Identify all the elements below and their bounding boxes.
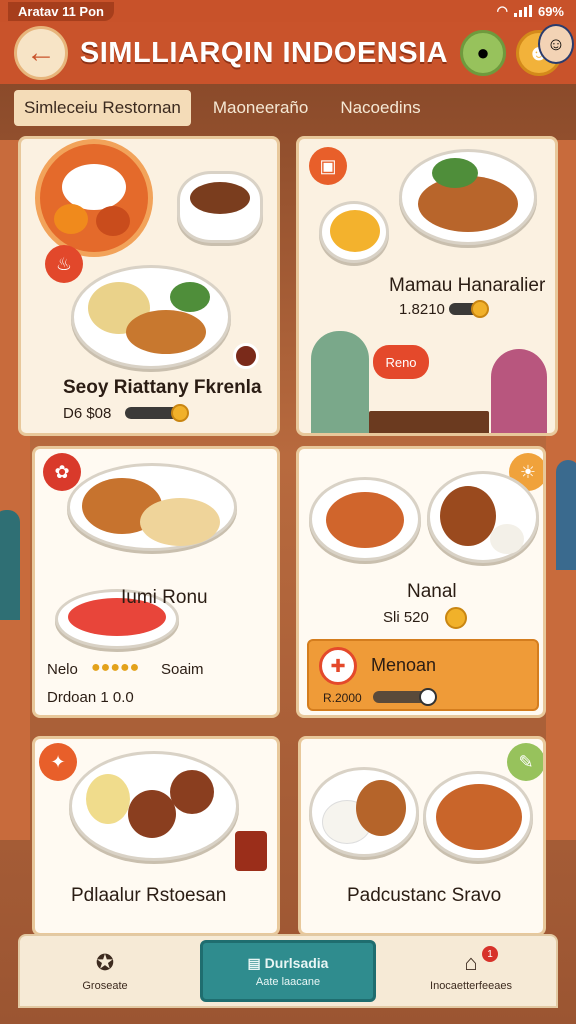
tray-icon: ⌂ — [464, 950, 478, 975]
card-3-rating-stars: ●●●●● — [91, 659, 140, 676]
notification-badge: 1 — [482, 946, 498, 962]
slider-knob[interactable] — [471, 300, 489, 318]
back-button[interactable]: ← — [14, 26, 68, 80]
bowl-icon[interactable]: ● — [459, 30, 506, 76]
nav-item-orders[interactable]: ⌂ 1 Inocaetterfeeaes — [396, 940, 546, 1002]
avatar[interactable]: ☺ — [538, 24, 574, 64]
arrow-left-icon: ← — [26, 36, 56, 69]
restaurant-card-2[interactable]: ▣ Mamau Hanaralier 1.8210 Reno — [296, 136, 558, 436]
candle-cup-image — [235, 831, 267, 871]
card-1-price: D6 $08 — [63, 405, 112, 422]
card-3-rating-label: Nelo — [47, 661, 78, 678]
signal-icon — [513, 5, 532, 17]
card-2-title: Mamau Hanaralier — [389, 275, 546, 296]
beef-bowl-image — [177, 171, 263, 243]
chicken-plate-image — [427, 471, 539, 563]
card-6-title: Padcustanc Sravo — [347, 885, 502, 906]
card-1-title: Seoy Riattany Fkrenla — [63, 377, 262, 398]
promo-price: R.2000 — [323, 691, 362, 705]
category-tabs: Simleceiu Restornan Maoneeraño Nacoedins — [14, 88, 562, 128]
nav-label: Groseate — [82, 980, 128, 992]
diner-woman-illustration — [491, 349, 547, 433]
handshake-icon: ✦ — [39, 743, 77, 781]
card-4-price: Sli 520 — [383, 609, 429, 626]
rice-plate-image — [71, 265, 231, 369]
card-3-title: Iumi Ronu — [121, 587, 208, 608]
slider-knob[interactable] — [419, 688, 437, 706]
promo-slider[interactable] — [373, 688, 437, 706]
menu-book-icon: ▣ — [309, 147, 347, 185]
tab-minuman[interactable]: Nacoedins — [330, 90, 430, 126]
noodle-plate-image — [67, 463, 237, 551]
nav-label: ▤ Durlsadia — [248, 955, 329, 972]
card-4-title: Nanal — [407, 581, 457, 602]
diner-right — [556, 460, 576, 570]
status-icons: ◠ 69% — [497, 3, 564, 19]
card-3-price: Drdoan 1 0.0 — [47, 689, 134, 706]
fried-rice-plate-image — [309, 477, 421, 561]
nav-item-favorites[interactable]: ✪ Groseate — [30, 940, 180, 1002]
card-5-title: Pdlaalur Rstoesan — [71, 885, 227, 906]
app-header: ← SIMLLIARQIN INDOENSIA ● ☻ ☺ — [0, 22, 576, 84]
meatball-plate-image — [69, 751, 239, 861]
corn-bowl-image — [319, 201, 389, 263]
restaurant-card-3[interactable]: ✿ Iumi Ronu Nelo ●●●●● Soaim Drdoan 1 0.… — [32, 446, 280, 718]
pen-icon: ✎ — [507, 743, 543, 781]
promo-title: Menoan — [371, 655, 437, 675]
table-illustration — [369, 411, 489, 433]
gift-icon: ✚ — [319, 647, 357, 685]
menu-icon: ▤ — [247, 954, 265, 971]
diner-left — [0, 510, 20, 620]
card-1-slider[interactable] — [125, 404, 189, 422]
sauce-cup-image — [233, 343, 259, 369]
card-2-price: 1.8210 — [399, 301, 445, 318]
card-3-rating-after: Soaim — [161, 661, 204, 678]
restaurant-card-5[interactable]: ✦ Pdlaalur Rstoesan — [32, 736, 280, 936]
restaurant-card-4[interactable]: ☀ Nanal Sli 520 ✚ Menoan R.2000 — [296, 446, 546, 718]
diner-man-illustration — [311, 331, 369, 433]
nav-label: Inocaetterfeeaes — [430, 980, 512, 992]
rice-logo-badge — [35, 139, 153, 257]
satay-plate-image — [399, 149, 537, 245]
restaurant-card-6[interactable]: ✎ Padcustanc Sravo — [298, 736, 546, 936]
tab-restoran[interactable]: Simleceiu Restornan — [14, 90, 191, 126]
wifi-icon: ◠ — [496, 3, 508, 18]
star-icon: ✪ — [95, 950, 115, 975]
status-time: Aratav 11 Pon — [8, 1, 114, 21]
bubble-text: Reno — [385, 354, 417, 370]
status-bar: Aratav 11 Pon ◠ 69% — [0, 0, 576, 22]
page-title: SIMLLIARQIN INDOENSIA — [79, 36, 449, 69]
rice-chicken-plate-image — [309, 767, 419, 857]
bottom-navigation: ✪ Groseate ▤ Durlsadia Aate laacane ⌂ 1 … — [18, 934, 558, 1008]
card-2-slider[interactable] — [449, 300, 489, 318]
leaf-icon: ✿ — [43, 453, 81, 491]
speech-bubble: Reno — [373, 345, 429, 379]
nav-sublabel: Aate laacane — [255, 975, 321, 988]
chili-icon: ♨ — [45, 245, 83, 283]
battery-level: 69% — [537, 3, 564, 19]
restaurant-card-1[interactable]: ♨ Seoy Riattany Fkrenla D6 $08 — [18, 136, 280, 436]
coin-icon — [445, 607, 467, 629]
nav-item-menu[interactable]: ▤ Durlsadia Aate laacane — [200, 940, 376, 1002]
tab-menu[interactable]: Maoneeraño — [203, 90, 318, 126]
slider-knob[interactable] — [171, 404, 189, 422]
nav-label-text: Durlsadia — [264, 954, 329, 971]
red-rice-plate-image — [423, 771, 533, 861]
promo-banner[interactable]: ✚ Menoan R.2000 — [307, 639, 539, 711]
